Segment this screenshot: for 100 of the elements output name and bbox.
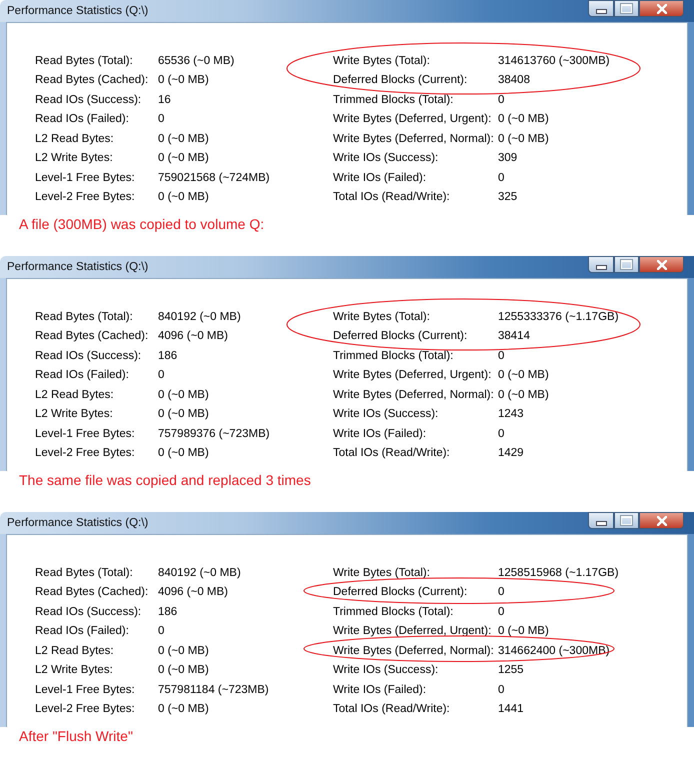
stat-value: 0 <box>498 172 504 184</box>
minimize-button[interactable] <box>588 0 614 17</box>
stat-label: Write Bytes (Total): <box>333 54 431 67</box>
stat-label: L2 Write Bytes: <box>35 408 114 420</box>
stat-label: Write IOs (Success): <box>333 408 440 420</box>
stat-label: Read Bytes (Cached): <box>35 586 150 598</box>
stat-value: 0 (~0 MB) <box>158 644 209 657</box>
close-icon <box>656 516 666 526</box>
maximize-button[interactable] <box>614 0 639 17</box>
close-button[interactable] <box>639 512 684 529</box>
stat-value: 0 (~0 MB) <box>498 132 549 145</box>
stat-value: 0 (~0 MB) <box>158 152 209 164</box>
stat-label: Deferred Blocks (Current): <box>333 586 468 598</box>
stat-value: 325 <box>498 191 518 204</box>
stat-value: 38408 <box>498 74 530 86</box>
stat-value: 0 <box>498 684 504 696</box>
close-icon <box>656 260 666 270</box>
stat-value: 4096 (~0 MB) <box>158 586 228 598</box>
stat-label: Level-2 Free Bytes: <box>35 191 136 204</box>
stat-label: Trimmed Blocks (Total): <box>333 350 454 362</box>
stat-value: 759021568 (~724MB) <box>158 172 270 184</box>
stat-value: 0 (~0 MB) <box>158 408 209 420</box>
stat-label: Write Bytes (Deferred, Normal): <box>333 388 495 401</box>
maximize-icon <box>621 260 632 269</box>
stat-value: 0 <box>498 350 504 362</box>
stat-label: Write IOs (Failed): <box>333 172 428 184</box>
stat-value: 0 <box>498 606 504 618</box>
stat-value: 0 <box>158 113 164 126</box>
stat-label: Deferred Blocks (Current): <box>333 330 468 342</box>
minimize-icon <box>596 8 606 14</box>
stat-label: Write IOs (Failed): <box>333 684 428 696</box>
stat-label: L2 Read Bytes: <box>35 388 115 401</box>
stat-value: 0 (~0 MB) <box>158 447 209 460</box>
stat-value: 0 (~0 MB) <box>158 703 209 716</box>
maximize-button[interactable] <box>614 256 639 273</box>
stat-value: 1441 <box>498 703 524 716</box>
stat-value: 4096 (~0 MB) <box>158 330 228 342</box>
stat-value: 1255 <box>498 664 524 676</box>
stat-label: Read Bytes (Total): <box>35 566 134 579</box>
stat-label: Total IOs (Read/Write): <box>333 447 451 460</box>
stat-label: Write Bytes (Deferred, Urgent): <box>333 625 492 638</box>
minimize-icon <box>596 264 606 270</box>
stat-label: L2 Read Bytes: <box>35 132 115 145</box>
minimize-button[interactable] <box>588 512 614 529</box>
caption-text: A file (300MB) was copied to volume Q: <box>18 216 266 232</box>
stat-label: Level-2 Free Bytes: <box>35 703 136 716</box>
stat-value: 314662400 (~300MB) <box>498 644 610 657</box>
stat-label: Read IOs (Success): <box>35 94 142 106</box>
stat-value: 0 (~0 MB) <box>498 625 549 638</box>
stat-label: Total IOs (Read/Write): <box>333 191 451 204</box>
stat-value: 16 <box>158 94 171 106</box>
stat-label: Read Bytes (Cached): <box>35 74 150 86</box>
stat-label: Level-1 Free Bytes: <box>35 684 136 696</box>
stat-label: Read Bytes (Total): <box>35 310 134 323</box>
close-button[interactable] <box>639 0 684 17</box>
stat-value: 65536 (~0 MB) <box>158 54 234 67</box>
stat-label: Write Bytes (Deferred, Urgent): <box>333 369 492 382</box>
stat-value: 0 <box>158 369 164 382</box>
stat-value: 0 (~0 MB) <box>158 132 209 145</box>
stat-label: L2 Read Bytes: <box>35 644 115 657</box>
stat-label: Total IOs (Read/Write): <box>333 703 451 716</box>
stat-label: Write IOs (Failed): <box>333 428 428 440</box>
stat-label: Level-2 Free Bytes: <box>35 447 136 460</box>
minimize-button[interactable] <box>588 256 614 273</box>
stat-value: 1429 <box>498 447 524 460</box>
stat-label: Read IOs (Failed): <box>35 369 130 382</box>
stat-label: Trimmed Blocks (Total): <box>333 94 454 106</box>
close-button[interactable] <box>639 256 684 273</box>
stat-value: 0 (~0 MB) <box>158 191 209 204</box>
stat-label: Read Bytes (Cached): <box>35 330 150 342</box>
stat-label: Read IOs (Success): <box>35 350 142 362</box>
stat-label: Read Bytes (Total): <box>35 54 134 67</box>
stat-label: L2 Write Bytes: <box>35 152 114 164</box>
stat-value: 1255333376 (~1.17GB) <box>498 310 619 323</box>
stat-label: Write Bytes (Total): <box>333 566 431 579</box>
stat-label: Write IOs (Success): <box>333 152 440 164</box>
close-icon <box>656 4 666 14</box>
stat-value: 314613760 (~300MB) <box>498 54 610 67</box>
maximize-button[interactable] <box>614 512 639 529</box>
stat-label: Write IOs (Success): <box>333 664 440 676</box>
caption-text: After "Flush Write" <box>18 728 134 744</box>
stat-value: 0 (~0 MB) <box>158 74 209 86</box>
window-title: Performance Statistics (Q:\) <box>6 4 148 17</box>
stat-value: 0 (~0 MB) <box>498 113 549 126</box>
stat-label: Write Bytes (Total): <box>333 310 431 323</box>
stat-value: 1243 <box>498 408 524 420</box>
stat-label: Trimmed Blocks (Total): <box>333 606 454 618</box>
stat-label: Level-1 Free Bytes: <box>35 428 136 440</box>
stat-value: 757981184 (~723MB) <box>158 684 269 696</box>
stat-value: 0 <box>498 586 504 598</box>
maximize-icon <box>621 516 632 525</box>
stat-label: Write Bytes (Deferred, Urgent): <box>333 113 492 126</box>
stat-label: Write Bytes (Deferred, Normal): <box>333 132 495 145</box>
stat-value: 0 <box>498 428 504 440</box>
stat-value: 0 (~0 MB) <box>498 369 549 382</box>
stat-value: 757989376 (~723MB) <box>158 428 270 440</box>
stat-label: Read IOs (Failed): <box>35 113 130 126</box>
caption-text: The same file was copied and replaced 3 times <box>18 472 312 488</box>
stat-label: Read IOs (Success): <box>35 606 142 618</box>
stat-label: Read IOs (Failed): <box>35 625 130 638</box>
